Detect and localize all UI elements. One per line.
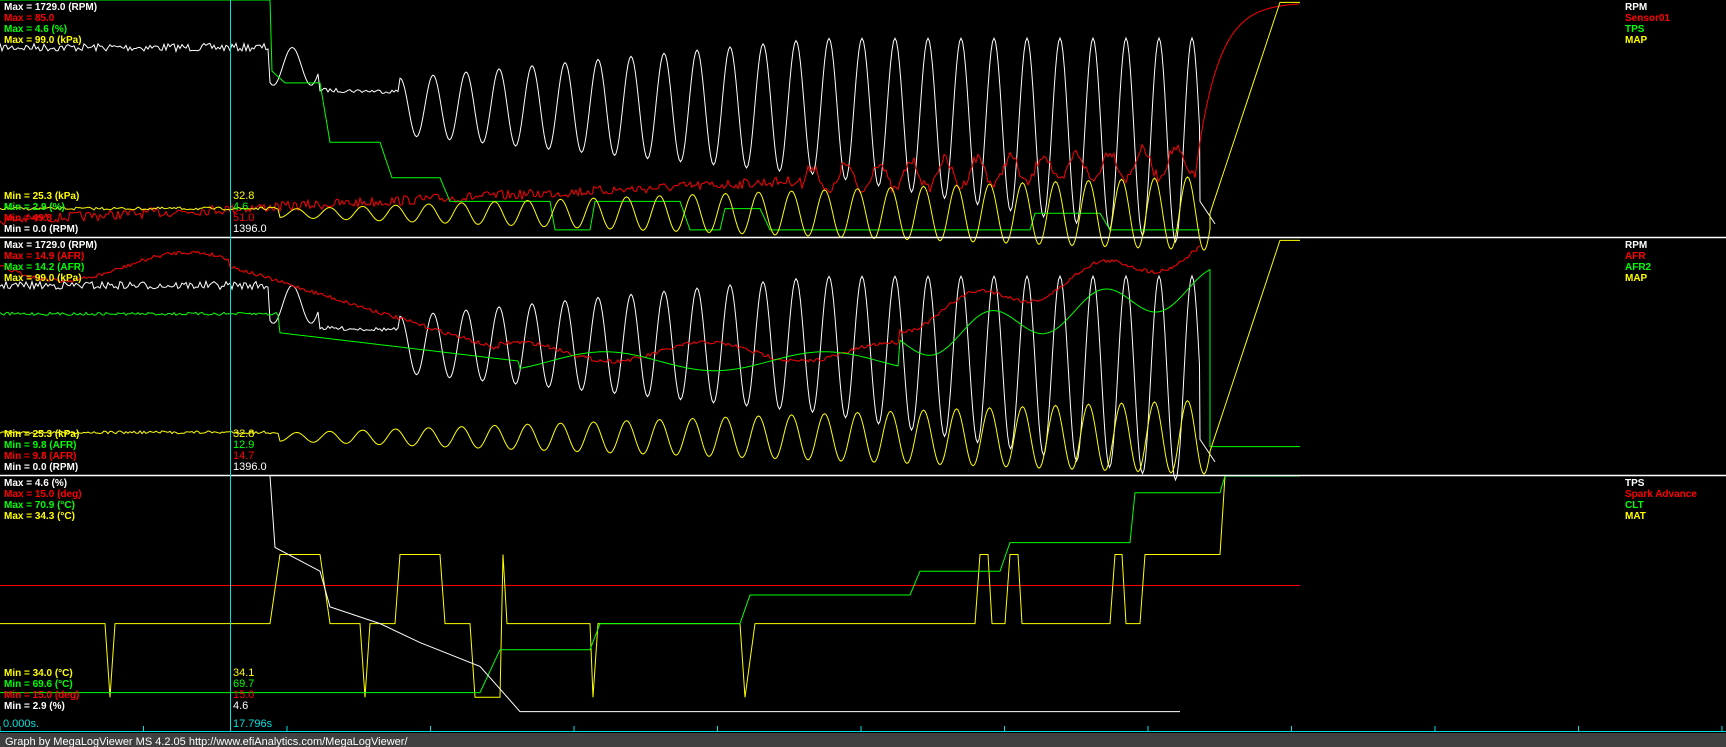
- panel2-min-label: Min = 0.0 (RPM): [4, 462, 78, 473]
- panel3-min-label: Min = 2.9 (%): [4, 701, 65, 712]
- panel3-max-label: Max = 34.3 (°C): [4, 511, 75, 522]
- panel1-min-label: Min = 25.3 (kPa): [4, 191, 79, 202]
- panel3-legend-item: MAT: [1625, 511, 1646, 522]
- panel1-cursor-value: 1396.0: [233, 223, 267, 235]
- panel3-max-label: Max = 4.6 (%): [4, 478, 67, 489]
- panel2-cursor-value: 1396.0: [233, 461, 267, 473]
- panel3-legend-item: CLT: [1625, 500, 1644, 511]
- panel3-min-label: Min = 69.6 (°C): [4, 679, 73, 690]
- panel2-legend-item: MAP: [1625, 273, 1648, 284]
- panel2-legend-item: AFR: [1625, 251, 1646, 262]
- panel3-legend-item: Spark Advance: [1625, 489, 1697, 500]
- panel2-legend-item: RPM: [1625, 240, 1647, 251]
- panel2-max-label: Max = 1729.0 (RPM): [4, 240, 97, 251]
- panel1-legend-item: MAP: [1625, 35, 1648, 46]
- panel2-max-label: Max = 14.9 (AFR): [4, 251, 84, 262]
- panel1-min-label: Min = 2.9 (%): [4, 202, 65, 213]
- time-start-label: 0.000s.: [3, 718, 39, 730]
- panel3-max-label: Max = 70.9 (°C): [4, 500, 75, 511]
- panel1-max-label: Max = 4.6 (%): [4, 24, 67, 35]
- panel3-min-label: Min = 34.0 (°C): [4, 668, 73, 679]
- panel2-min-label: Min = 9.8 (AFR): [4, 451, 77, 462]
- panel1-max-label: Max = 99.0 (kPa): [4, 35, 82, 46]
- panel1-legend-item: RPM: [1625, 2, 1647, 13]
- graph-background: [0, 0, 1726, 747]
- panel1-max-label: Max = 1729.0 (RPM): [4, 2, 97, 13]
- panel1-legend-item: TPS: [1625, 24, 1645, 35]
- megalogviewer-graph: 0.000s. 17.796s Max = 1729.0 (RPM)Max = …: [0, 0, 1726, 747]
- panel3-legend-item: TPS: [1625, 478, 1645, 489]
- panel2-max-label: Max = 14.2 (AFR): [4, 262, 84, 273]
- panel3-cursor-value: 4.6: [233, 700, 248, 712]
- panel1-legend-item: Sensor01: [1625, 13, 1670, 24]
- panel1-min-label: Min = 49.8: [4, 213, 53, 224]
- panel3-min-label: Min = 15.0 (deg): [4, 690, 79, 701]
- panel2-min-label: Min = 9.8 (AFR): [4, 440, 77, 451]
- panel2-legend-item: AFR2: [1625, 262, 1652, 273]
- panel1-max-label: Max = 85.0: [4, 13, 55, 24]
- footer-credit: Graph by MegaLogViewer MS 4.2.05 http://…: [5, 736, 408, 747]
- panel2-max-label: Max = 99.0 (kPa): [4, 273, 82, 284]
- panel2-min-label: Min = 25.3 (kPa): [4, 429, 79, 440]
- panel3-max-label: Max = 15.0 (deg): [4, 489, 82, 500]
- time-cursor-label: 17.796s: [233, 718, 273, 730]
- panel1-min-label: Min = 0.0 (RPM): [4, 224, 78, 235]
